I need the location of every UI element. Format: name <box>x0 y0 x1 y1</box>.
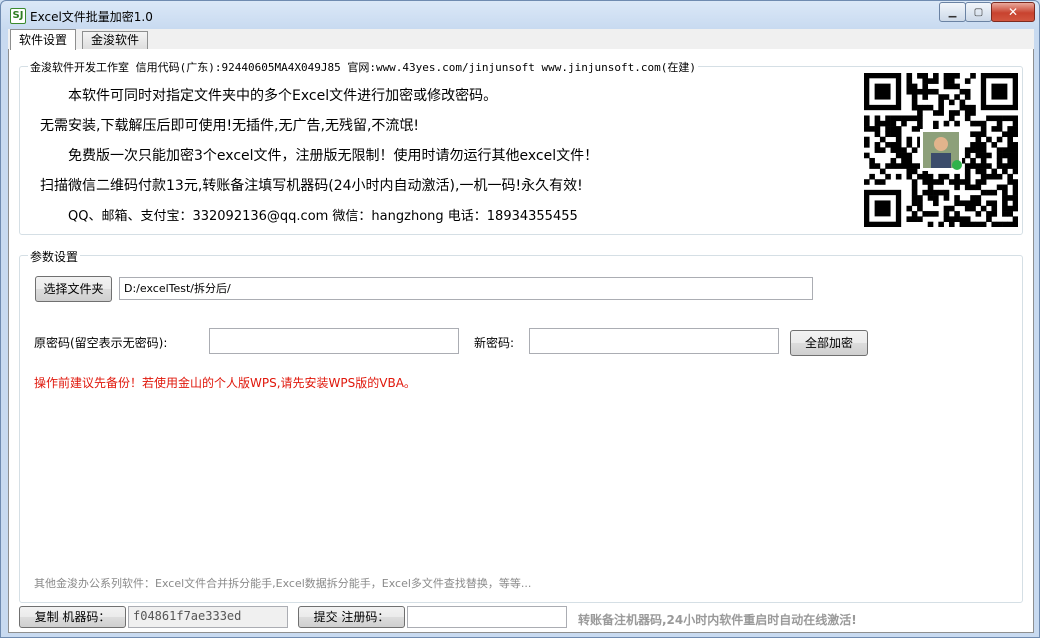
info-group-legend: 金浚软件开发工作室 信用代码(广东):92440605MA4X049J85 官网… <box>28 59 698 75</box>
info-group: 金浚软件开发工作室 信用代码(广东):92440605MA4X049J85 官网… <box>19 59 1023 235</box>
info-line-2: 无需安装,下载解压后即可使用!无插件,无广告,无残留,不流氓! <box>40 118 420 134</box>
wechat-qr-code <box>864 73 1019 228</box>
folder-path-input[interactable]: D:/excelTest/拆分后/ <box>119 277 813 300</box>
backup-warning: 操作前建议先备份！若使用金山的个人版WPS,请先安装WPS版的VBA。 <box>34 376 416 390</box>
new-password-input[interactable] <box>529 328 779 354</box>
info-line-1: 本软件可同时对指定文件夹中的多个Excel文件进行加密或修改密码。 <box>68 88 498 104</box>
info-line-5: QQ、邮箱、支付宝：332092136@qq.com 微信：hangzhong … <box>68 209 578 224</box>
maximize-icon: ▢ <box>973 6 984 18</box>
minimize-button[interactable]: ▁ <box>939 2 966 22</box>
params-group-legend: 参数设置 <box>28 248 81 265</box>
register-code-input[interactable] <box>407 606 567 628</box>
activation-status-message: 转账备注机器码,24小时内软件重启时自动在线激活! <box>578 613 857 627</box>
encrypt-all-button[interactable]: 全部加密 <box>790 330 868 356</box>
old-password-label: 原密码(留空表示无密码): <box>34 336 168 350</box>
window-controls: ▁ ▢ ✕ <box>939 2 1035 22</box>
app-logo-icon: SJ <box>10 8 26 24</box>
info-line-3: 免费版一次只能加密3个excel文件，注册版无限制！使用时请勿运行其他excel… <box>68 148 599 164</box>
choose-folder-button[interactable]: 选择文件夹 <box>35 276 112 302</box>
title-bar[interactable]: SJ Excel文件批量加密1.0 ▁ ▢ ✕ <box>1 1 1039 29</box>
tab-strip: 软件设置 金浚软件 <box>8 29 1034 50</box>
close-icon: ✕ <box>1007 5 1019 19</box>
info-line-4: 扫描微信二维码付款13元,转账备注填写机器码(24小时内自动激活),一机一码!永… <box>40 178 583 194</box>
status-bar: 复制 机器码： f04861f7ae333ed 提交 注册码： 转账备注机器码,… <box>0 604 1040 638</box>
minimize-icon: ▁ <box>948 6 957 18</box>
settings-tab-page: 金浚软件开发工作室 信用代码(广东):92440605MA4X049J85 官网… <box>8 49 1034 633</box>
app-window: SJ Excel文件批量加密1.0 ▁ ▢ ✕ 软件设置 金浚软件 金浚软件开发… <box>0 0 1040 638</box>
new-password-label: 新密码: <box>474 336 515 350</box>
maximize-button[interactable]: ▢ <box>965 2 992 22</box>
client-area: 软件设置 金浚软件 金浚软件开发工作室 信用代码(广东):92440605MA4… <box>8 29 1034 633</box>
tab-jinjun-software[interactable]: 金浚软件 <box>82 31 149 49</box>
other-software-note: 其他金浚办公系列软件：Excel文件合并拆分能手,Excel数据拆分能手，Exc… <box>34 577 532 590</box>
old-password-input[interactable] <box>209 328 459 354</box>
submit-register-code-button[interactable]: 提交 注册码： <box>298 606 405 628</box>
close-button[interactable]: ✕ <box>991 2 1035 22</box>
tab-software-settings[interactable]: 软件设置 <box>10 29 77 50</box>
params-group: 参数设置 选择文件夹 D:/excelTest/拆分后/ 原密码(留空表示无密码… <box>19 248 1023 603</box>
machine-code-field[interactable]: f04861f7ae333ed <box>128 606 288 628</box>
qr-code-image <box>864 73 1019 228</box>
window-title: Excel文件批量加密1.0 <box>30 10 153 24</box>
copy-machine-code-button[interactable]: 复制 机器码： <box>19 606 126 628</box>
